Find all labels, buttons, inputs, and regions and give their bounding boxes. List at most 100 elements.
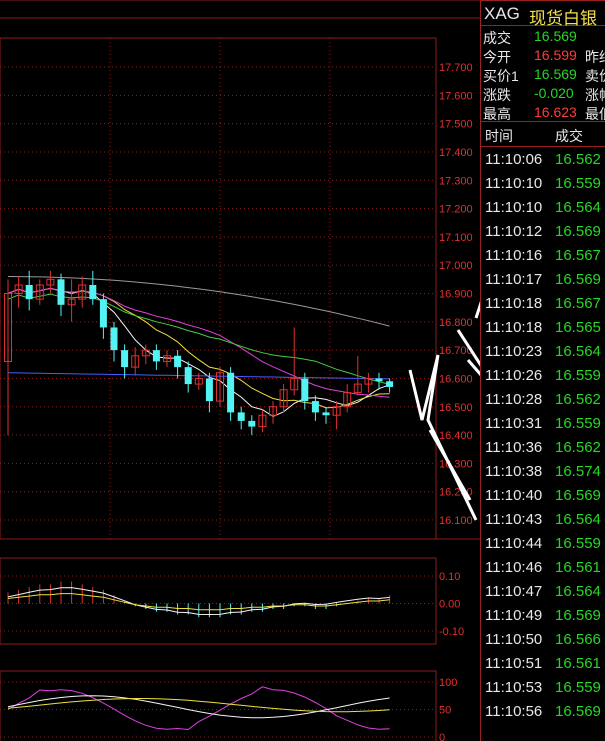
tick-row: 11:10:44 16.559 bbox=[481, 532, 605, 556]
tick-price: 16.569 bbox=[555, 703, 601, 720]
tick-price: 16.564 bbox=[555, 511, 601, 528]
tick-row: 11:10:31 16.559 bbox=[481, 412, 605, 436]
candle-body-down bbox=[237, 412, 245, 421]
quote-value: 16.623 bbox=[534, 104, 577, 120]
tick-price: 16.562 bbox=[555, 439, 601, 456]
tick-row: 11:10:10 16.564 bbox=[481, 196, 605, 220]
candle-body-down bbox=[184, 367, 192, 385]
quote-value: -0.020 bbox=[534, 85, 574, 101]
price-tick-label: 17.000 bbox=[439, 260, 473, 272]
candle-body-down bbox=[99, 299, 107, 328]
tick-time: 11:10:46 bbox=[485, 559, 543, 576]
price-tick-label: 17.700 bbox=[439, 62, 473, 74]
kdj-tick-label: 0 bbox=[439, 732, 445, 741]
tick-row: 11:10:12 16.569 bbox=[481, 220, 605, 244]
tick-price: 16.559 bbox=[555, 679, 601, 696]
tick-table-header: 时间 成交 bbox=[481, 121, 605, 147]
tick-price: 16.569 bbox=[555, 607, 601, 624]
chart-area[interactable]: 17.700 17.600 17.500 17.400 17.300 17.200 17.1… bbox=[0, 0, 480, 741]
arrow-path bbox=[466, 359, 480, 377]
price-tick-label: 17.300 bbox=[439, 175, 473, 187]
tick-price: 16.569 bbox=[555, 271, 601, 288]
candlestick-series bbox=[4, 270, 394, 436]
tick-price: 16.566 bbox=[555, 631, 601, 648]
candle-body-down bbox=[174, 355, 182, 368]
tick-time: 11:10:38 bbox=[485, 463, 543, 480]
tick-time: 11:10:40 bbox=[485, 487, 543, 504]
price-tick-label: 16.900 bbox=[439, 289, 473, 301]
tick-time: 11:10:44 bbox=[485, 535, 543, 552]
tick-price: 16.564 bbox=[555, 343, 601, 360]
price-tick-label: 16.300 bbox=[439, 458, 473, 470]
tick-time: 11:10:16 bbox=[485, 247, 543, 264]
tick-row: 11:10:16 16.567 bbox=[481, 244, 605, 268]
tick-time: 11:10:18 bbox=[485, 295, 543, 312]
tick-time: 11:10:06 bbox=[485, 151, 543, 168]
instrument-code: XAG bbox=[484, 4, 520, 23]
tick-price: 16.562 bbox=[555, 151, 601, 168]
quote-value: 16.569 bbox=[534, 28, 577, 44]
tick-time: 11:10:50 bbox=[485, 631, 543, 648]
tick-price: 16.559 bbox=[555, 175, 601, 192]
kdj-pane-border bbox=[0, 670, 437, 741]
tick-price: 16.567 bbox=[555, 247, 601, 264]
macd-grid bbox=[0, 575, 436, 632]
tick-row: 11:10:10 16.559 bbox=[481, 172, 605, 196]
quote-row-high: 最高 16.623 最低 bbox=[481, 102, 605, 122]
tick-row: 11:10:28 16.562 bbox=[481, 388, 605, 412]
candle-body-down bbox=[311, 401, 319, 413]
price-tick-label: 16.500 bbox=[439, 402, 473, 414]
price-pane-border bbox=[0, 37, 437, 540]
kdj-axis-labels: 100 50 0 bbox=[439, 677, 457, 741]
price-tick-label: 16.100 bbox=[439, 515, 473, 527]
candle-body-down bbox=[57, 279, 65, 305]
tick-price: 16.569 bbox=[555, 487, 601, 504]
tick-price: 16.567 bbox=[555, 295, 601, 312]
tick-row: 11:10:06 16.562 bbox=[481, 148, 605, 172]
tick-time: 11:10:36 bbox=[485, 439, 543, 456]
tick-time: 11:10:51 bbox=[485, 655, 543, 672]
tick-header-time: 时间 bbox=[485, 128, 513, 144]
candle-body-down bbox=[375, 378, 383, 382]
macd-tick-label: -0.10 bbox=[439, 626, 464, 638]
tick-price: 16.559 bbox=[555, 367, 601, 384]
kdj-tick-label: 50 bbox=[439, 705, 451, 717]
tick-time: 11:10:28 bbox=[485, 391, 543, 408]
price-tick-label: 16.600 bbox=[439, 373, 473, 385]
tick-time: 11:10:43 bbox=[485, 511, 543, 528]
tick-price: 16.565 bbox=[555, 319, 601, 336]
tick-row: 11:10:17 16.569 bbox=[481, 268, 605, 292]
tick-row: 11:10:51 16.561 bbox=[481, 652, 605, 676]
tick-time: 11:10:10 bbox=[485, 199, 543, 216]
price-tick-label: 17.100 bbox=[439, 232, 473, 244]
macd-tick-label: 0.10 bbox=[439, 571, 460, 583]
candle-body-down bbox=[89, 285, 97, 300]
quote-value: 16.569 bbox=[534, 66, 577, 82]
tick-row: 11:10:23 16.564 bbox=[481, 340, 605, 364]
ma5-line bbox=[7, 287, 390, 417]
candle-body-down bbox=[322, 412, 330, 416]
macd-histogram bbox=[7, 581, 391, 618]
tick-time: 11:10:47 bbox=[485, 583, 543, 600]
moving-average-lines bbox=[7, 276, 390, 417]
candle-body-down bbox=[301, 378, 309, 402]
tick-price: 16.559 bbox=[555, 415, 601, 432]
tick-price: 16.564 bbox=[555, 583, 601, 600]
tick-time: 11:10:31 bbox=[485, 415, 543, 432]
instrument-title: XAG 现货白银 bbox=[481, 0, 605, 28]
ma120-line bbox=[7, 276, 390, 327]
tick-row: 11:10:56 16.569 bbox=[481, 700, 605, 724]
price-tick-label: 17.400 bbox=[439, 147, 473, 159]
tick-price: 16.569 bbox=[555, 223, 601, 240]
tick-row: 11:10:40 16.569 bbox=[481, 484, 605, 508]
tick-row: 11:10:18 16.565 bbox=[481, 316, 605, 340]
tick-row: 11:10:43 16.564 bbox=[481, 508, 605, 532]
price-tick-label: 16.800 bbox=[439, 317, 473, 329]
tick-row: 11:10:46 16.561 bbox=[481, 556, 605, 580]
quote-row-change: 涨跌 -0.020 涨幅 bbox=[481, 83, 605, 103]
tick-row: 11:10:47 16.564 bbox=[481, 580, 605, 604]
tick-time: 11:10:26 bbox=[485, 367, 543, 384]
price-tick-label: 16.400 bbox=[439, 430, 473, 442]
tick-time: 11:10:53 bbox=[485, 679, 543, 696]
tick-header-price: 成交 bbox=[555, 128, 583, 144]
